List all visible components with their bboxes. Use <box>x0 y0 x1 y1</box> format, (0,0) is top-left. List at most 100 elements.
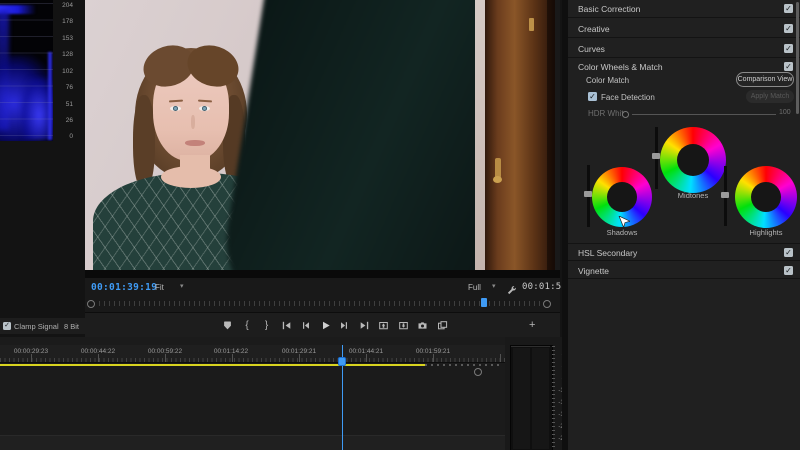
section-label: Creative <box>578 24 610 34</box>
section-enable-checkbox[interactable]: ✓ <box>784 266 793 275</box>
transport-button-group: { } <box>221 313 449 338</box>
highlights-wheel-label: Highlights <box>749 228 783 237</box>
playback-resolution-select[interactable]: Full <box>468 283 481 292</box>
monitor-controls-bar: 00:01:39:19 Fit ▾ Full ▾ 00:01:58:16 <box>85 278 584 296</box>
work-area-bar-end <box>425 364 501 366</box>
scrubber-ticks <box>99 301 542 306</box>
clamp-signal-label: Clamp Signal <box>14 322 59 331</box>
mark-out-button[interactable]: } <box>260 319 273 332</box>
face-detection-label: Face Detection <box>601 93 655 102</box>
section-enable-checkbox[interactable]: ✓ <box>784 248 793 257</box>
frame-edge-shadow <box>547 0 555 270</box>
midtones-luma-slider-handle[interactable] <box>652 153 660 159</box>
transport-controls: { } + <box>85 312 560 338</box>
timeline-zoom-handle[interactable] <box>474 368 482 376</box>
highlights-color-wheel[interactable] <box>735 166 797 228</box>
step-back-button[interactable] <box>299 319 312 332</box>
timeline-playhead[interactable] <box>338 357 346 366</box>
section-enable-checkbox[interactable]: ✓ <box>784 62 793 71</box>
woman-eye <box>170 106 181 111</box>
scope-scale-value: 76 <box>65 84 73 91</box>
bit-depth-select[interactable]: 8 Bit <box>64 322 79 331</box>
scope-scale-value: 153 <box>62 35 73 42</box>
wooden-door <box>485 0 555 270</box>
section-label: Curves <box>578 44 605 54</box>
mouse-cursor <box>618 215 631 235</box>
divider <box>568 17 800 18</box>
midtones-color-wheel[interactable] <box>660 127 726 193</box>
hdr-white-value: 100 <box>779 109 791 116</box>
audio-channel-left <box>513 348 530 449</box>
waveform-scope <box>0 0 53 141</box>
divider <box>568 260 800 261</box>
comparison-view-icon-button[interactable] <box>436 319 449 332</box>
audio-meter[interactable] <box>510 345 553 450</box>
current-timecode[interactable]: 00:01:39:19 <box>91 282 157 293</box>
extract-button[interactable] <box>397 319 410 332</box>
go-to-out-button[interactable] <box>358 319 371 332</box>
door-frame-light <box>475 0 485 270</box>
add-marker-button[interactable] <box>221 319 234 332</box>
woman-collar <box>161 166 221 188</box>
scrubber-left-zoom-handle[interactable] <box>87 300 95 308</box>
section-label: Color Wheels & Match <box>578 62 663 72</box>
section-enable-checkbox[interactable]: ✓ <box>784 44 793 53</box>
timeline-track-divider <box>0 435 505 450</box>
apply-match-button[interactable]: Apply Match <box>746 90 794 103</box>
hdr-white-slider-track[interactable] <box>632 114 776 115</box>
scope-scale-value: 26 <box>65 117 73 124</box>
divider <box>568 57 800 58</box>
lift-button[interactable] <box>377 319 390 332</box>
zoom-level-select[interactable]: Fit <box>155 283 164 292</box>
chevron-down-icon[interactable]: ▾ <box>180 282 184 290</box>
clamp-signal-checkbox[interactable]: ✓ <box>3 322 11 330</box>
section-enable-checkbox[interactable]: ✓ <box>784 24 793 33</box>
section-label: HSL Secondary <box>578 248 638 258</box>
program-monitor-panel: 00:01:39:19 Fit ▾ Full ▾ 00:01:58:16 { } <box>85 0 584 338</box>
midtones-wheel-label: Midtones <box>677 191 709 200</box>
divider <box>568 243 800 244</box>
scope-scale-value: 51 <box>65 101 73 108</box>
timeline-ruler[interactable]: 00:00:29:23 00:00:44:22 00:00:59:22 00:0… <box>0 345 505 363</box>
section-enable-checkbox[interactable]: ✓ <box>784 4 793 13</box>
video-display <box>85 0 555 270</box>
divider <box>568 37 800 38</box>
highlights-luma-slider-handle[interactable] <box>721 192 729 198</box>
button-editor-plus-button[interactable]: + <box>529 319 535 331</box>
panel-scrollbar-thumb[interactable] <box>796 2 799 114</box>
monitor-scrubber[interactable] <box>85 296 560 312</box>
scope-scale-value: 178 <box>62 18 73 25</box>
scrubber-right-zoom-handle[interactable] <box>543 300 551 308</box>
comparison-view-button[interactable]: Comparison View <box>736 72 794 87</box>
woman-eye <box>199 106 210 111</box>
section-label: Vignette <box>578 266 610 276</box>
hdr-white-slider-knob[interactable] <box>622 111 629 118</box>
monitor-playhead[interactable] <box>481 298 487 307</box>
chevron-down-icon[interactable]: ▾ <box>492 282 496 290</box>
step-forward-button[interactable] <box>338 319 351 332</box>
scope-scale-value: 204 <box>62 2 73 9</box>
scope-scale-value: 102 <box>62 68 73 75</box>
door-hinge <box>529 18 534 31</box>
video-letterbox-bar <box>85 270 560 278</box>
mark-in-button[interactable]: { <box>241 319 254 332</box>
premiere-color-workspace: 204 178 153 128 102 76 51 26 0 ✓ Clamp S… <box>0 0 800 450</box>
db-scale-ticks <box>552 346 555 448</box>
woman-nose <box>191 115 195 129</box>
timeline-panel: 00:00:29:23 00:00:44:22 00:00:59:22 00:0… <box>0 337 505 450</box>
audio-meter-panel: 0 -3 -6 -9 -12 -15 -18 -21 -24 <box>505 337 567 450</box>
face-detection-checkbox[interactable]: ✓ <box>588 92 597 101</box>
shadows-luma-slider-handle[interactable] <box>584 191 592 197</box>
section-label: Basic Correction <box>578 4 641 14</box>
play-button[interactable] <box>319 319 332 332</box>
go-to-in-button[interactable] <box>280 319 293 332</box>
woman-lips <box>185 140 205 146</box>
work-area-bar[interactable] <box>0 364 425 366</box>
divider <box>568 278 800 279</box>
door-handle-knob <box>493 176 502 183</box>
scope-scale-value: 0 <box>69 133 73 140</box>
export-frame-button[interactable] <box>416 319 429 332</box>
audio-channel-right <box>532 348 549 449</box>
lumetri-color-panel: Basic Correction ✓ Creative ✓ Curves ✓ C… <box>562 0 800 450</box>
lumetri-scopes-panel: 204 178 153 128 102 76 51 26 0 ✓ Clamp S… <box>0 0 118 337</box>
